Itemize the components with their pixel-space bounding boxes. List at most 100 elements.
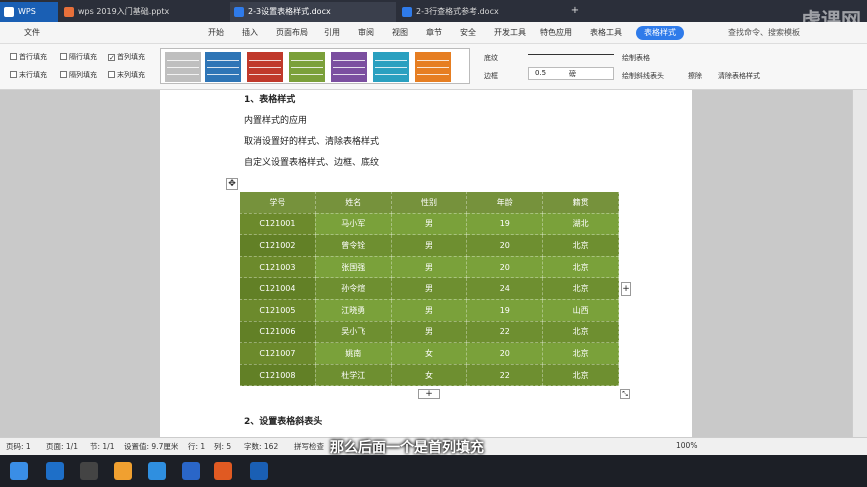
- table-cell[interactable]: C121005: [239, 298, 316, 322]
- table-cell[interactable]: C121003: [239, 255, 316, 279]
- menu-chapter[interactable]: 章节: [426, 26, 442, 40]
- line-style-select[interactable]: [528, 54, 614, 55]
- table-cell[interactable]: 山西: [542, 298, 619, 322]
- table-cell[interactable]: C121004: [239, 277, 316, 300]
- table-cell[interactable]: C121006: [239, 320, 316, 344]
- style-swatch-purple[interactable]: [331, 52, 367, 82]
- table-cell[interactable]: 吴小飞: [314, 320, 392, 344]
- table-cell[interactable]: 男: [390, 212, 468, 236]
- table-cell[interactable]: 女: [390, 363, 468, 387]
- menu-layout[interactable]: 页面布局: [276, 26, 308, 40]
- draw-diagonal-button[interactable]: 绘制斜线表头: [622, 71, 664, 81]
- table-cell[interactable]: 张国强: [314, 255, 392, 279]
- qq-icon[interactable]: [148, 462, 166, 480]
- table-cell[interactable]: 22: [466, 320, 544, 344]
- header-cell[interactable]: 性别: [390, 191, 468, 214]
- table-cell[interactable]: 北京: [542, 342, 619, 365]
- checkbox[interactable]: [60, 53, 67, 60]
- search-command[interactable]: 查找命令、搜索模板: [728, 26, 800, 40]
- table-cell[interactable]: 男: [390, 298, 468, 322]
- wps-taskbar-icon[interactable]: [250, 462, 268, 480]
- start-icon[interactable]: [10, 462, 28, 480]
- table-cell[interactable]: C121008: [239, 363, 316, 387]
- checkbox[interactable]: [108, 71, 115, 78]
- menu-devtools[interactable]: 开发工具: [494, 26, 526, 40]
- clear-style-button[interactable]: 清除表格样式: [718, 71, 760, 81]
- menu-features[interactable]: 特色应用: [540, 26, 572, 40]
- table-cell[interactable]: 北京: [542, 363, 619, 387]
- line-width-select[interactable]: 0.5 磅: [528, 67, 614, 80]
- menu-review[interactable]: 审阅: [358, 26, 374, 40]
- style-swatch-teal[interactable]: [373, 52, 409, 82]
- checkbox[interactable]: [10, 53, 17, 60]
- check-banded-rows[interactable]: 隔行填充: [60, 52, 97, 62]
- table-cell[interactable]: 男: [390, 320, 468, 344]
- erase-button[interactable]: 擦除: [688, 71, 702, 81]
- table-cell[interactable]: C121007: [239, 342, 316, 365]
- menu-start[interactable]: 开始: [208, 26, 224, 40]
- check-first-row[interactable]: 首行填充: [10, 52, 47, 62]
- table-cell[interactable]: 20: [466, 255, 544, 279]
- table-cell[interactable]: C121002: [239, 234, 316, 257]
- table-cell[interactable]: C121001: [239, 212, 316, 236]
- style-swatch-blue[interactable]: [205, 52, 241, 82]
- table-cell[interactable]: 19: [466, 212, 544, 236]
- table-cell[interactable]: 20: [466, 342, 544, 365]
- table-move-handle-icon[interactable]: ✥: [226, 178, 238, 190]
- menu-insert[interactable]: 插入: [242, 26, 258, 40]
- checkbox-checked[interactable]: ✓: [108, 54, 115, 62]
- new-tab-icon[interactable]: +: [568, 4, 582, 18]
- check-last-row[interactable]: 末行填充: [10, 70, 47, 80]
- menu-table-style[interactable]: 表格样式: [636, 26, 684, 40]
- add-row-icon[interactable]: +: [418, 389, 440, 399]
- style-swatch-green[interactable]: [289, 52, 325, 82]
- vertical-scrollbar[interactable]: [852, 90, 867, 437]
- table-cell[interactable]: 曾令铨: [314, 234, 392, 257]
- style-swatch-orange[interactable]: [415, 52, 451, 82]
- table-cell[interactable]: 杜学江: [314, 363, 392, 387]
- table-cell[interactable]: 男: [390, 234, 468, 257]
- zoom-level[interactable]: 100%: [676, 441, 697, 450]
- table-cell[interactable]: 马小军: [314, 212, 392, 236]
- header-cell[interactable]: 籍贯: [542, 191, 619, 214]
- table-cell[interactable]: 男: [390, 255, 468, 279]
- tab-docx-active[interactable]: 2-3设置表格样式.docx: [230, 2, 396, 22]
- shading-button[interactable]: 底纹: [484, 53, 498, 63]
- resize-handle-icon[interactable]: ⤡: [620, 389, 630, 399]
- add-column-icon[interactable]: +: [621, 282, 631, 296]
- checkbox[interactable]: [10, 71, 17, 78]
- table-cell[interactable]: 孙令煊: [314, 277, 392, 300]
- firefox-icon[interactable]: [214, 462, 232, 480]
- table-cell[interactable]: 姚南: [314, 342, 392, 365]
- border-button[interactable]: 边框: [484, 71, 498, 81]
- edge-icon[interactable]: [46, 462, 64, 480]
- menu-view[interactable]: 视图: [392, 26, 408, 40]
- spell-check-button[interactable]: 拼写检查: [294, 441, 324, 452]
- table-cell[interactable]: 女: [390, 342, 468, 365]
- style-gallery[interactable]: [160, 48, 470, 84]
- check-first-col[interactable]: ✓ 首列填充: [108, 52, 145, 62]
- wps-home-tab[interactable]: WPS: [0, 2, 58, 22]
- table-cell[interactable]: 19: [466, 298, 544, 322]
- table-cell[interactable]: 北京: [542, 320, 619, 344]
- header-cell[interactable]: 姓名: [314, 191, 392, 214]
- table-cell[interactable]: 北京: [542, 255, 619, 279]
- table-cell[interactable]: 男: [390, 277, 468, 300]
- tab-docx-ref[interactable]: 2-3行查格式参考.docx: [398, 2, 564, 22]
- check-banded-cols[interactable]: 隔列填充: [60, 70, 97, 80]
- table-cell[interactable]: 江晓勇: [314, 298, 392, 322]
- table-cell[interactable]: 湖北: [542, 212, 619, 236]
- app-icon[interactable]: [114, 462, 132, 480]
- table-cell[interactable]: 22: [466, 363, 544, 387]
- menu-reference[interactable]: 引用: [324, 26, 340, 40]
- tab-pptx[interactable]: wps 2019入门基础.pptx: [60, 2, 228, 22]
- style-swatch-red[interactable]: [247, 52, 283, 82]
- table-cell[interactable]: 24: [466, 277, 544, 300]
- draw-table-button[interactable]: 绘制表格: [622, 53, 650, 63]
- header-cell[interactable]: 学号: [239, 191, 316, 214]
- header-cell[interactable]: 年龄: [466, 191, 544, 214]
- table-cell[interactable]: 20: [466, 234, 544, 257]
- camera-icon[interactable]: [80, 462, 98, 480]
- menu-security[interactable]: 安全: [460, 26, 476, 40]
- browser-icon[interactable]: [182, 462, 200, 480]
